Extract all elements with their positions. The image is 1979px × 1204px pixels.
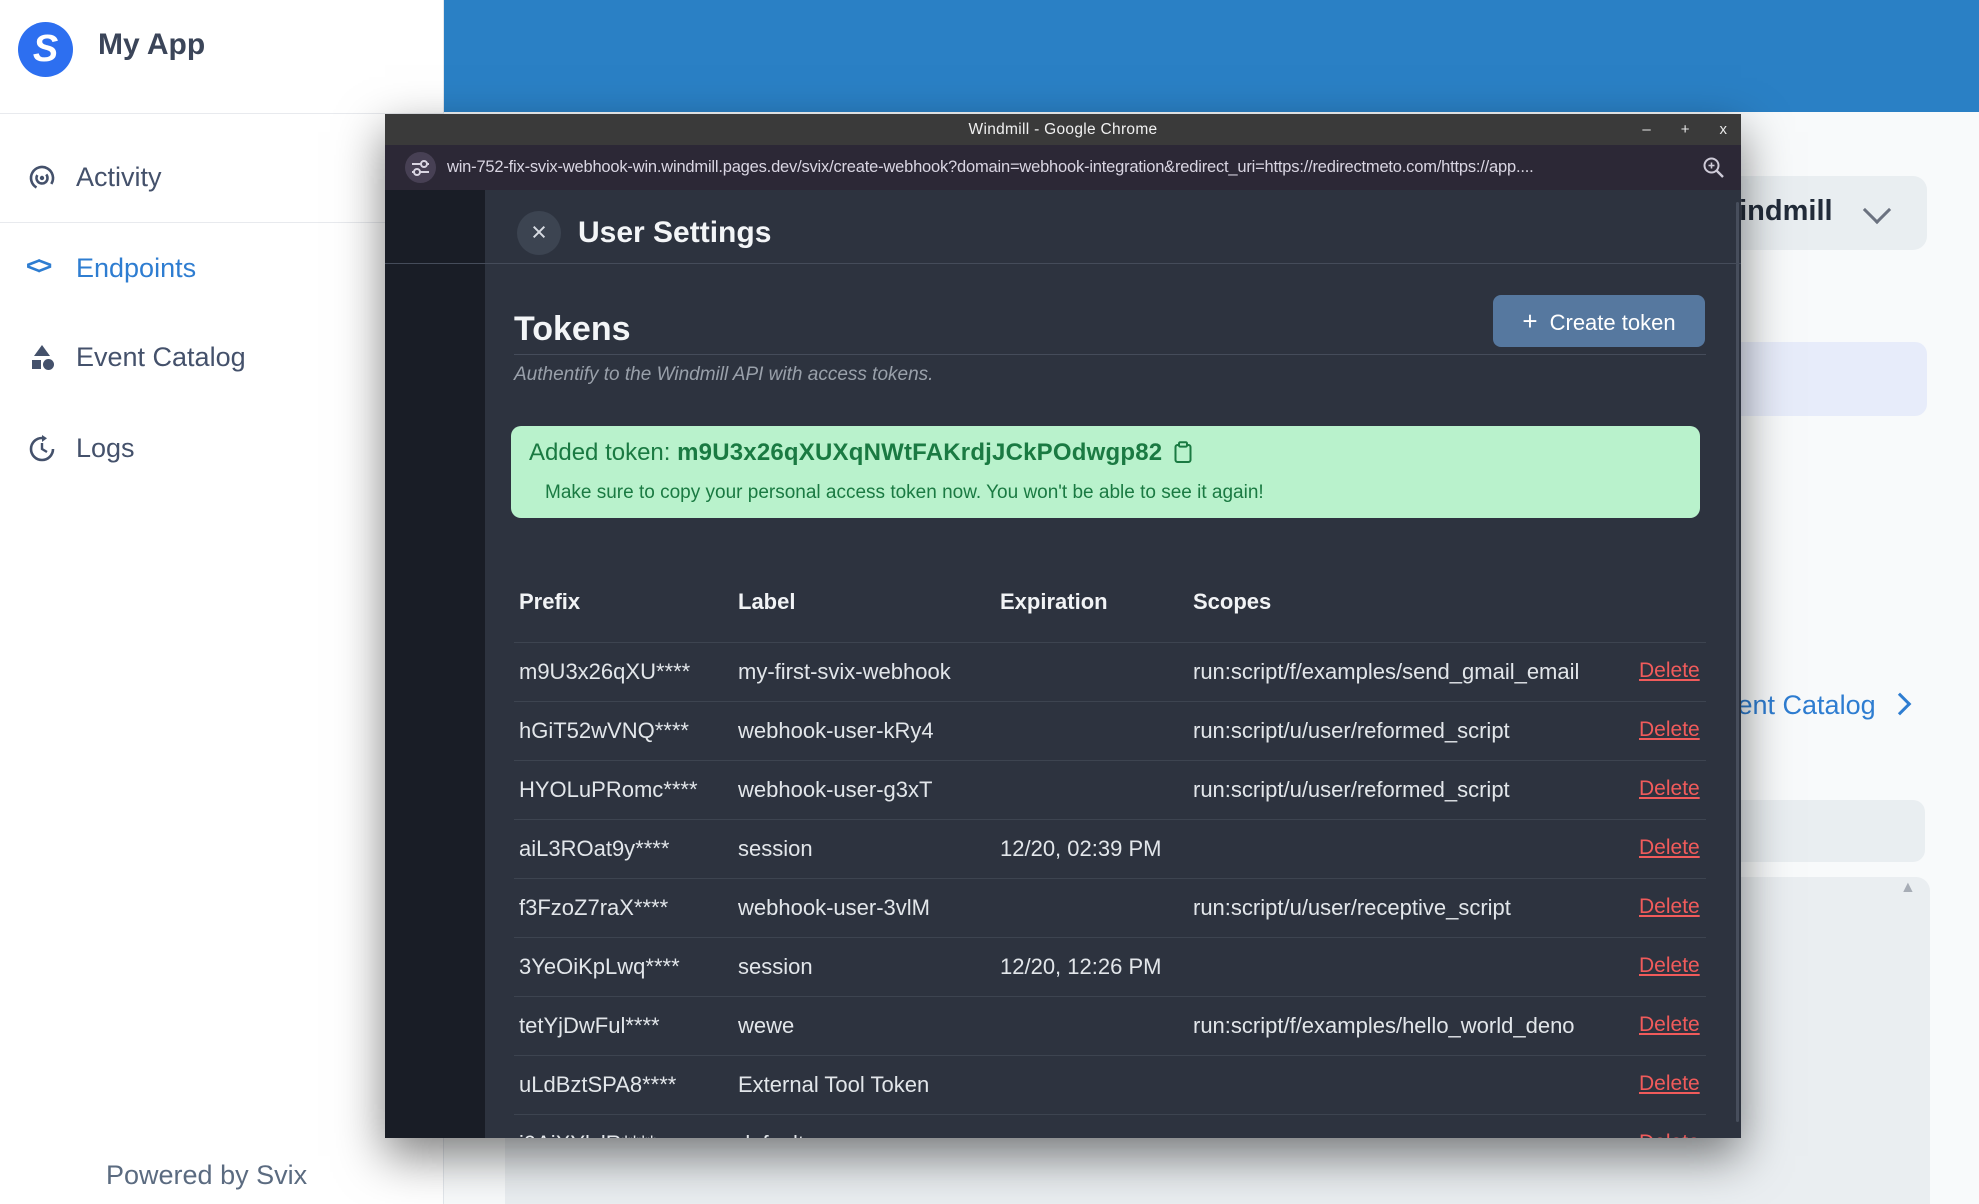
page-title: User Settings [578,216,772,249]
delete-link[interactable]: Delete [1639,718,1700,742]
delete-link[interactable]: Delete [1639,895,1700,919]
col-prefix: Prefix [519,589,581,614]
token-scopes: run:script/u/user/reformed_script [1193,718,1510,743]
table-row: m9U3x26qXU**** my-first-svix-webhook run… [514,642,1706,702]
token-prefix: uLdBztSPA8**** [519,1072,677,1097]
activity-icon [29,165,55,191]
token-scopes: run:script/f/examples/hello_world_deno [1193,1013,1575,1038]
col-scopes: Scopes [1193,589,1272,614]
sidebar-item-activity[interactable]: Activity [0,155,443,201]
token-prefix: aiL3ROat9y**** [519,836,670,861]
table-row: i9AiXYlvlR**** default Delete [514,1114,1706,1138]
close-modal-button[interactable]: × [517,211,561,255]
added-token-banner: Added token: m9U3x26qXUXqNWtFAKrdjJCkPOd… [511,426,1700,518]
sidebar-item-logs[interactable]: Logs [0,426,443,472]
token-prefix: i9AiXYlvlR**** [519,1131,656,1138]
token-label: External Tool Token [738,1072,930,1097]
sidebar-item-label: Activity [76,162,162,192]
token-label: session [738,836,813,861]
chrome-window: Windmill - Google Chrome – + x win-752-f… [385,114,1741,1138]
divider [0,113,443,114]
chevron-down-icon [1862,195,1892,225]
divider [514,354,1706,355]
sidebar-item-event-catalog[interactable]: Event Catalog [0,335,443,381]
divider [0,222,443,223]
token-label: webhook-user-3vlM [738,895,930,920]
token-value: m9U3x26qXUXqNWtFAKrdjJCkPOdwgp82 [677,439,1163,466]
delete-link[interactable]: Delete [1639,836,1700,860]
col-label: Label [738,589,796,614]
token-expiration: 12/20, 02:39 PM [1000,836,1162,861]
scroll-up-arrow-icon[interactable]: ▲ [1900,879,1916,897]
token-label: webhook-user-kRy4 [738,718,934,743]
token-prefix: m9U3x26qXU**** [519,659,691,684]
divider [385,263,1741,264]
delete-link[interactable]: Delete [1639,1013,1700,1037]
url-bar[interactable]: win-752-fix-svix-webhook-win.windmill.pa… [385,145,1741,190]
token-scopes: run:script/u/user/reformed_script [1193,777,1510,802]
added-token-line: Added token: m9U3x26qXUXqNWtFAKrdjJCkPOd… [529,439,1192,467]
added-token-prefix: Added token: [529,439,678,466]
create-token-label: Create token [1549,310,1676,335]
window-title: Windmill - Google Chrome [968,121,1158,138]
delete-link[interactable]: Delete [1639,659,1700,683]
token-prefix: tetYjDwFul**** [519,1013,660,1038]
delete-link[interactable]: Delete [1639,1072,1700,1096]
table-row: HYOLuPRomc**** webhook-user-g3xT run:scr… [514,760,1706,820]
delete-link[interactable]: Delete [1639,777,1700,801]
user-settings-page: × User Settings Tokens + Create token Aut… [385,190,1741,1138]
token-scopes: run:script/u/user/receptive_script [1193,895,1511,920]
table-row: f3FzoZ7raX**** webhook-user-3vlM run:scr… [514,878,1706,938]
token-prefix: HYOLuPRomc**** [519,777,698,802]
history-icon [29,435,55,462]
code-brackets-icon: <> [26,252,52,280]
tokens-subtitle: Authentify to the Windmill API with acce… [514,364,934,385]
token-scopes: run:script/f/examples/send_gmail_email [1193,659,1580,684]
sidebar-item-endpoints[interactable]: <> Endpoints [0,246,443,292]
token-prefix: f3FzoZ7raX**** [519,895,669,920]
app-header: ? [444,0,1979,112]
maximize-button[interactable]: + [1681,114,1690,145]
table-row: 3YeOiKpLwq**** session 12/20, 12:26 PM D… [514,937,1706,997]
token-label: session [738,954,813,979]
token-label: default [738,1131,804,1138]
site-settings-icon[interactable] [405,152,436,183]
table-row: hGiT52wVNQ**** webhook-user-kRy4 run:scr… [514,701,1706,761]
powered-by-svix: Powered by Svix [106,1160,308,1190]
zoom-icon[interactable] [1702,156,1725,179]
col-expiration: Expiration [1000,589,1108,614]
tokens-heading: Tokens [514,310,631,348]
page-left-strip [385,190,485,1138]
token-expiration: 12/20, 12:26 PM [1000,954,1162,979]
table-row: tetYjDwFul**** wewe run:script/f/example… [514,996,1706,1056]
copy-icon[interactable] [1174,441,1192,464]
create-token-button[interactable]: + Create token [1493,295,1705,347]
table-row: aiL3ROat9y**** session 12/20, 02:39 PM D… [514,819,1706,879]
scrollbar[interactable] [1736,202,1739,1122]
close-button[interactable]: x [1720,114,1728,145]
app-title: My App [98,28,206,61]
token-prefix: hGiT52wVNQ**** [519,718,689,743]
token-label: my-first-svix-webhook [738,659,951,684]
window-titlebar[interactable]: Windmill - Google Chrome – + x [385,114,1741,145]
sidebar-item-label: Endpoints [76,253,197,283]
token-label: webhook-user-g3xT [738,777,933,802]
chevron-right-icon [1888,692,1911,716]
sidebar: S My App Activity <> Endpoints Event Cat… [0,0,444,1204]
tune-glyph [412,160,429,176]
delete-link[interactable]: Delete [1639,954,1700,978]
shapes-icon [32,345,54,370]
svix-logo-icon: S [18,22,73,77]
address-text[interactable]: win-752-fix-svix-webhook-win.windmill.pa… [447,145,1687,190]
token-prefix: 3YeOiKpLwq**** [519,954,680,979]
delete-link[interactable]: Delete [1639,1131,1700,1138]
sidebar-item-label: Event Catalog [76,342,246,372]
plus-icon: + [1522,306,1538,336]
table-row: uLdBztSPA8**** External Tool Token Delet… [514,1055,1706,1115]
sidebar-item-label: Logs [76,433,135,463]
token-label: wewe [738,1013,795,1038]
minimize-button[interactable]: – [1642,114,1650,145]
copy-warning: Make sure to copy your personal access t… [545,482,1264,503]
screen: ? S My App Activity <> Endpoints [0,0,1979,1204]
